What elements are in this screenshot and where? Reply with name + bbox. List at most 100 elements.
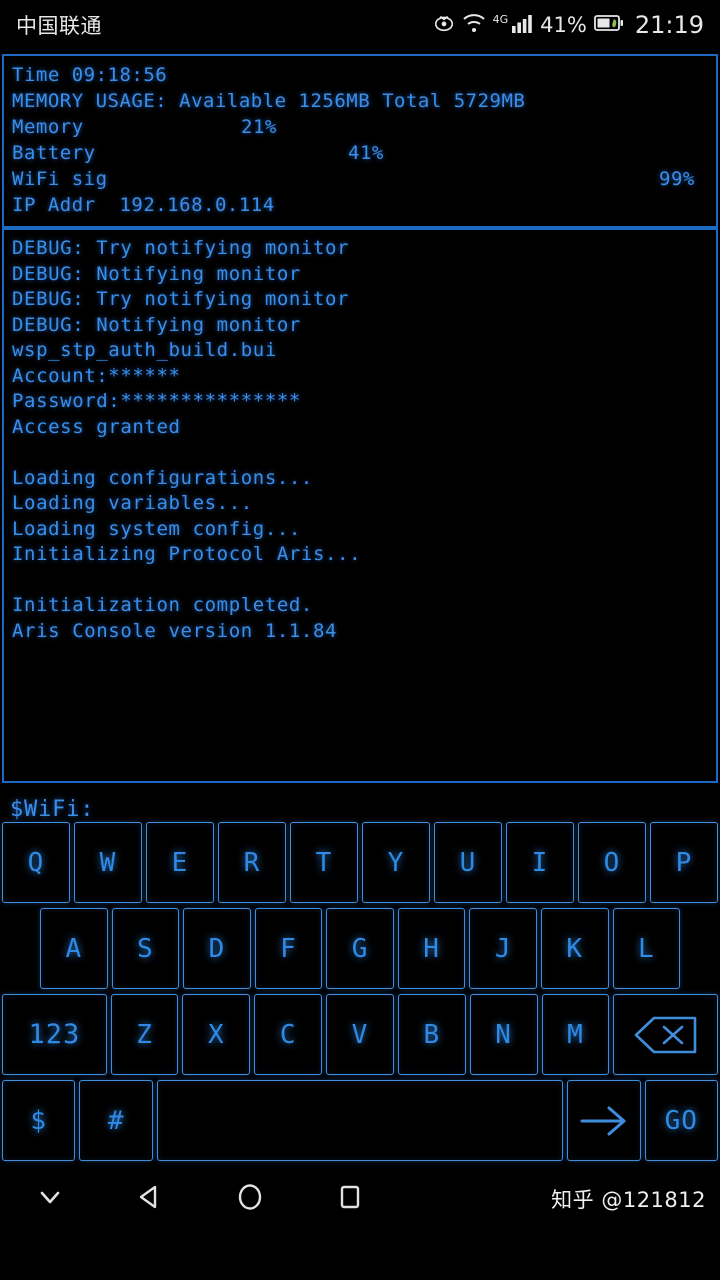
console-line: DEBUG: Notifying monitor xyxy=(12,313,301,336)
key-p[interactable]: P xyxy=(650,822,718,903)
key-e[interactable]: E xyxy=(146,822,214,903)
key-label: GO xyxy=(664,1105,698,1136)
key-m[interactable]: M xyxy=(541,994,610,1075)
console-line: Access granted xyxy=(12,415,181,438)
console-line: Loading system config... xyxy=(12,517,301,540)
key-u[interactable]: U xyxy=(434,822,502,903)
key-t[interactable]: T xyxy=(290,822,358,903)
key-space[interactable] xyxy=(156,1080,564,1161)
keyboard-row: ASDF G H J K L xyxy=(2,908,718,989)
key-o[interactable]: O xyxy=(578,822,646,903)
meter-value: 99% xyxy=(659,168,695,190)
battery-percent-label: 41% xyxy=(540,13,587,37)
system-stats-panel: Time 09:18:56 MEMORY USAGE: Available 12… xyxy=(2,54,718,228)
key-label: F xyxy=(280,933,297,964)
key-label: M xyxy=(567,1019,584,1050)
home-button[interactable] xyxy=(200,1180,300,1218)
time-line: Time 09:18:56 xyxy=(12,64,168,86)
triangle-left-icon xyxy=(133,1180,167,1218)
key-n[interactable]: N xyxy=(469,994,538,1075)
key-w[interactable]: W xyxy=(74,822,142,903)
key-r[interactable]: R xyxy=(218,822,286,903)
key-b[interactable]: B xyxy=(397,994,466,1075)
hide-keyboard-button[interactable] xyxy=(0,1180,100,1218)
key-label: V xyxy=(351,1019,369,1050)
key-label: Z xyxy=(136,1019,153,1050)
key-label: $ xyxy=(30,1105,48,1136)
key-hash[interactable]: # xyxy=(79,1080,153,1161)
carrier-label: 中国联通 xyxy=(16,14,102,38)
key-l[interactable]: L xyxy=(612,908,681,989)
key-label: # xyxy=(107,1105,125,1136)
console-line: Initializing Protocol Aris... xyxy=(12,543,362,565)
keyboard-row: 123 Z X C V B N M xyxy=(2,994,718,1075)
key-label: L xyxy=(637,933,655,964)
meter-track xyxy=(119,143,338,163)
key-g[interactable]: G xyxy=(326,908,394,989)
key-s[interactable]: S xyxy=(111,908,180,989)
key-label: O xyxy=(603,847,621,878)
key-label: H xyxy=(423,933,440,964)
key-v[interactable]: V xyxy=(326,994,394,1075)
key-dollar[interactable]: $ xyxy=(2,1080,76,1161)
key-label: K xyxy=(566,933,584,964)
key-label: Q xyxy=(27,847,45,878)
meter-label: Memory xyxy=(12,116,84,138)
arrow-right-icon xyxy=(576,1103,632,1139)
key-label: I xyxy=(531,847,549,878)
key-d[interactable]: D xyxy=(183,908,251,989)
signal-bars-icon xyxy=(511,13,533,37)
console-line: wsp_stp_auth_build.bui xyxy=(12,339,277,361)
key-h[interactable]: H xyxy=(397,908,466,989)
key-label: G xyxy=(351,933,369,964)
key-label: Y xyxy=(387,847,405,878)
key-label: C xyxy=(279,1019,297,1050)
meter-memory: Memory 21% xyxy=(12,114,708,140)
key-i[interactable]: I xyxy=(506,822,574,903)
meter-track xyxy=(119,117,231,137)
key-go[interactable]: GO xyxy=(644,1080,718,1161)
meter-track xyxy=(119,169,649,189)
key-backspace[interactable] xyxy=(613,994,718,1075)
wifi-icon xyxy=(462,12,486,38)
status-icons: 4G 41% 21:19 xyxy=(433,11,704,39)
key-q[interactable]: Q xyxy=(2,822,70,903)
key-numeric-mode[interactable]: 123 xyxy=(2,994,107,1075)
keyboard-row: QWERT Y U I O P xyxy=(2,822,718,903)
key-label: U xyxy=(459,847,477,878)
key-c[interactable]: C xyxy=(254,994,323,1075)
virtual-keyboard[interactable]: Q W E R T Y U I O P A S D F G H J K L 123 Z X C V B N M $ # GO xyxy=(0,822,720,1161)
key-k[interactable]: K xyxy=(540,908,609,989)
meter-battery: Battery 41% xyxy=(12,140,708,166)
key-label: A xyxy=(65,933,83,964)
key-z[interactable]: Z xyxy=(110,994,179,1075)
key-arrow-right[interactable] xyxy=(567,1080,641,1161)
watermark-label: 知乎 @121812 xyxy=(551,1188,706,1212)
key-j[interactable]: J xyxy=(469,908,537,989)
console-line: Aris Console version 1.1.84 xyxy=(12,619,338,642)
console-output-panel[interactable]: DEBUG: Try notifying monitor DEBUG: Notif… xyxy=(2,228,718,783)
meter-label: WiFi sig xyxy=(12,168,108,190)
clock-label: 21:19 xyxy=(634,11,704,39)
console-line: Password:*************** xyxy=(12,390,301,412)
command-input-line[interactable]: $WiFi: xyxy=(0,783,720,822)
prompt-label: $WiFi: xyxy=(10,797,95,822)
meter-wifi-signal: WiFi sig 99% xyxy=(12,166,708,192)
key-label: T xyxy=(315,847,333,878)
key-x[interactable]: X xyxy=(182,994,251,1075)
network-type-label: 4G xyxy=(492,12,509,26)
key-a[interactable]: A xyxy=(40,908,108,989)
key-label: X xyxy=(208,1019,225,1050)
key-y[interactable]: Y xyxy=(362,822,430,903)
key-label: J xyxy=(494,933,512,964)
android-navigation-bar: 知乎 @121812 xyxy=(0,1166,720,1232)
recents-button[interactable] xyxy=(300,1180,400,1218)
battery-icon xyxy=(593,14,624,36)
meter-value: 41% xyxy=(348,142,384,164)
key-label: P xyxy=(675,847,693,878)
back-button[interactable] xyxy=(100,1180,200,1218)
key-label: N xyxy=(495,1019,512,1050)
console-line: Initialization completed. xyxy=(12,594,313,616)
key-f[interactable]: F xyxy=(254,908,323,989)
